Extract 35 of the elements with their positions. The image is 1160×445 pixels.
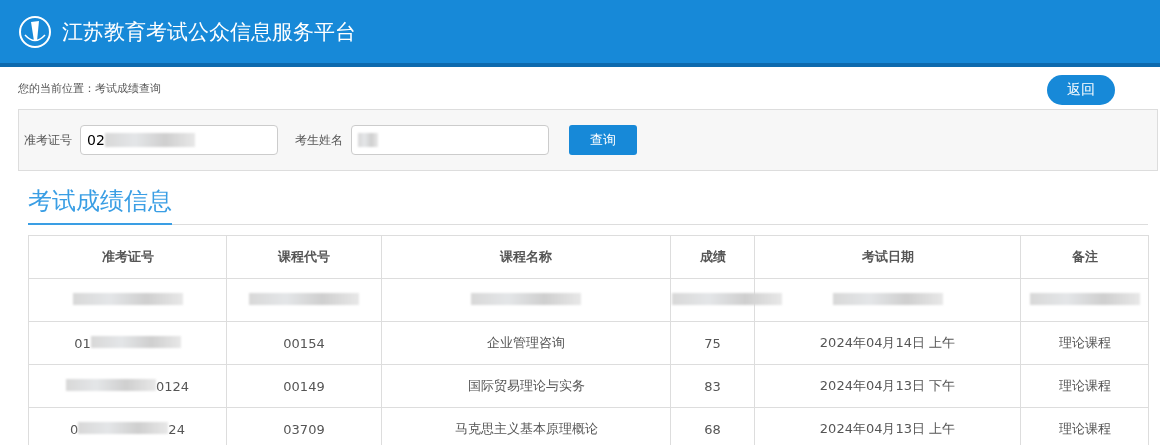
input-field[interactable]: 02 bbox=[80, 125, 278, 155]
cell-text: 01 bbox=[74, 335, 91, 351]
cell-text: 0 bbox=[70, 421, 79, 437]
cell-text: 国际贸易理论与实务 bbox=[467, 378, 585, 393]
cell-text: 理论课程 bbox=[1058, 421, 1111, 436]
section-title: 考试成绩信息 bbox=[28, 185, 172, 225]
column-header: 备注 bbox=[1020, 235, 1149, 279]
cell-text: 68 bbox=[704, 421, 721, 437]
column-header: 课程代号 bbox=[226, 235, 382, 279]
breadcrumb: 您的当前位置：考试成绩查询 bbox=[18, 80, 161, 96]
cell-text: 03709 bbox=[283, 421, 325, 437]
field-label: 考生姓名 bbox=[295, 131, 343, 149]
cell-text: 00149 bbox=[283, 378, 325, 394]
emblem-logo bbox=[18, 14, 52, 49]
column-header: 课程名称 bbox=[381, 235, 671, 279]
column-header: 准考证号 bbox=[28, 235, 227, 279]
field-label: 准考证号 bbox=[24, 131, 72, 149]
cell-text: 24 bbox=[168, 421, 185, 437]
cell-text: 2024年04月13日 上午 bbox=[819, 421, 956, 436]
cell-text: 2024年04月13日 下午 bbox=[819, 378, 956, 393]
back-button[interactable]: 返回 bbox=[1047, 75, 1115, 105]
cell-text: 企业管理咨询 bbox=[487, 335, 565, 350]
cell-text: 75 bbox=[704, 335, 721, 351]
cell-text: 0124 bbox=[155, 378, 190, 394]
column-header: 成绩 bbox=[670, 235, 755, 279]
cell-text: 理论课程 bbox=[1058, 378, 1111, 393]
cell-text: 00154 bbox=[283, 335, 325, 351]
column-header: 考试日期 bbox=[754, 235, 1021, 279]
cell-text: 83 bbox=[704, 378, 721, 394]
query-button[interactable]: 查询 bbox=[569, 125, 637, 155]
input-field[interactable] bbox=[351, 125, 549, 155]
cell-text: 马克思主义基本原理概论 bbox=[454, 421, 598, 436]
cell-text: 2024年04月14日 上午 bbox=[819, 335, 956, 350]
site-title: 江苏教育考试公众信息服务平台 bbox=[62, 18, 356, 46]
cell-text: 理论课程 bbox=[1058, 335, 1111, 350]
